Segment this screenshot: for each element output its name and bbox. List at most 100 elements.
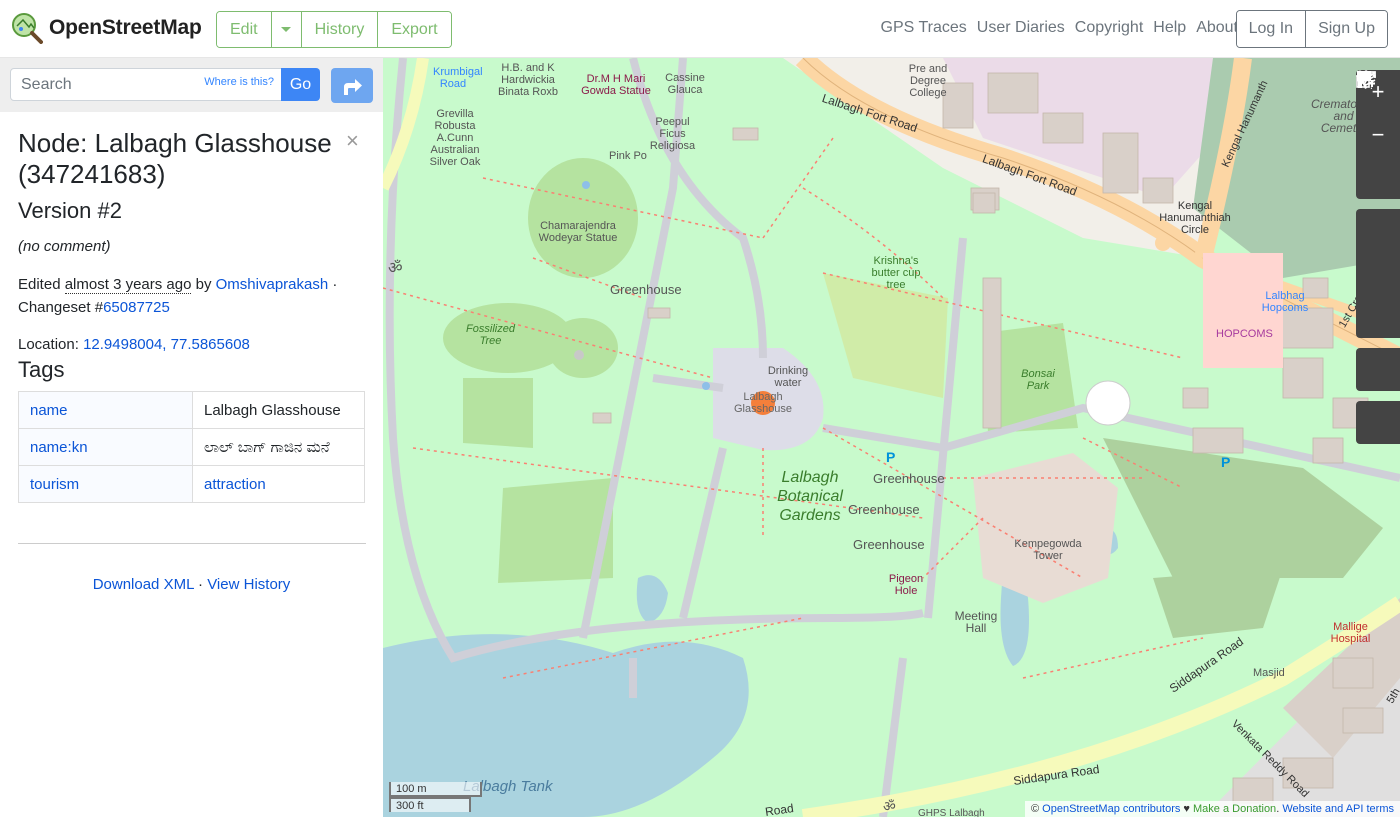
auth-buttons: Log In Sign Up bbox=[1235, 10, 1388, 48]
map-label-cassine: Cassine Glauca bbox=[665, 72, 705, 96]
map-label-botanical-gardens: Lalbagh Botanical Gardens bbox=[777, 469, 843, 524]
map-label-pigeon-hole: Pigeon Hole bbox=[888, 573, 924, 597]
view-history-link[interactable]: View History bbox=[207, 576, 290, 593]
edited-prefix: Edited bbox=[18, 276, 61, 293]
note-controls bbox=[1356, 71, 1400, 391]
version-heading: Version #2 bbox=[18, 198, 122, 223]
share-icon[interactable] bbox=[1356, 71, 1400, 338]
tag-key[interactable]: tourism bbox=[18, 465, 193, 503]
edit-button-group: Edit History Export bbox=[216, 11, 452, 48]
query-features-icon[interactable]: ? bbox=[1356, 71, 1400, 444]
donate-link[interactable]: Make a Donation bbox=[1193, 803, 1276, 815]
map-label-fossilized-tree: Fossilized Tree bbox=[466, 323, 515, 347]
scale-imperial: 300 ft bbox=[389, 797, 471, 812]
location-label: Location: bbox=[18, 336, 79, 353]
login-button[interactable]: Log In bbox=[1236, 11, 1307, 47]
header: OpenStreetMap Edit History Export GPS Tr… bbox=[0, 0, 1400, 58]
go-button[interactable]: Go bbox=[281, 68, 320, 101]
map-label-kengal-circle: Kengal Hanumanthiah Circle bbox=[1159, 200, 1231, 236]
search-box: Where is this? bbox=[10, 68, 282, 101]
map-label-greenhouse: Greenhouse bbox=[610, 282, 682, 297]
map-scale: 100 m 300 ft bbox=[389, 782, 482, 812]
map-label-masjid: Masjid bbox=[1253, 667, 1285, 679]
directions-button[interactable] bbox=[331, 68, 373, 103]
nav-gps-traces[interactable]: GPS Traces bbox=[881, 19, 967, 37]
edit-dropdown-button[interactable] bbox=[271, 12, 302, 47]
changeset-comment: (no comment) bbox=[18, 238, 111, 255]
tag-value: ಲಾಲ್ ಬಾಗ್ ಗಾಜಿನ ಮನೆ bbox=[192, 428, 365, 466]
map-label-drmh: Dr.M H Mari Gowda Statue bbox=[581, 73, 651, 97]
layers-icon[interactable] bbox=[1356, 70, 1400, 252]
chevron-down-icon bbox=[281, 27, 292, 32]
directions-icon bbox=[344, 78, 362, 95]
osm-logo-icon bbox=[12, 13, 43, 44]
table-row: tourism attraction bbox=[18, 465, 365, 503]
add-note-icon[interactable] bbox=[1356, 71, 1400, 391]
map-label-krishna-tree: Krishna's butter cup tree bbox=[871, 255, 921, 291]
zoom-out-icon[interactable]: − bbox=[1356, 113, 1400, 156]
map-label-statue: Chamarajendra Wodeyar Statue bbox=[538, 220, 618, 244]
map-label-grevilla: Grevilla Robusta A.Cunn Australian Silve… bbox=[429, 108, 481, 168]
om-symbol-icon: ॐ bbox=[883, 798, 896, 814]
nav-about[interactable]: About bbox=[1196, 19, 1238, 37]
info-icon[interactable] bbox=[1356, 70, 1400, 295]
location-link[interactable]: 12.9498004, 77.5865608 bbox=[83, 336, 250, 353]
parking-icon: P bbox=[886, 449, 896, 465]
om-symbol-icon: ॐ bbox=[388, 260, 403, 277]
map-controls: + − ? bbox=[1356, 70, 1400, 454]
map[interactable]: Greenhouse Greenhouse Greenhouse Greenho… bbox=[383, 58, 1400, 817]
tags-table: name Lalbagh Glasshouse name:kn ಲಾಲ್ ಬಾಗ… bbox=[18, 391, 365, 503]
map-label-hospital: Mallige Hospital bbox=[1330, 621, 1371, 645]
logo-text: OpenStreetMap bbox=[49, 16, 202, 39]
page-title: Node: Lalbagh Glasshouse (347241683) bbox=[18, 128, 332, 189]
map-label-hopcoms: HOPCOMS bbox=[1216, 328, 1273, 340]
edited-by: by bbox=[195, 276, 212, 293]
user-link[interactable]: Omshivaprakash bbox=[216, 276, 329, 293]
map-label-peepul: Peepul Ficus Religiosa bbox=[649, 116, 696, 152]
node-footer-links: Download XML · View History bbox=[92, 576, 291, 593]
query-controls: ? bbox=[1356, 71, 1400, 444]
heart-icon: ♥ bbox=[1183, 803, 1190, 815]
where-is-this-link[interactable]: Where is this? bbox=[204, 76, 274, 88]
parking-icon: P bbox=[1221, 454, 1231, 470]
layer-controls bbox=[1356, 70, 1400, 338]
map-label-greenhouse: Greenhouse bbox=[848, 502, 920, 517]
edit-button[interactable]: Edit bbox=[217, 12, 272, 47]
signup-button[interactable]: Sign Up bbox=[1306, 11, 1387, 47]
history-button[interactable]: History bbox=[301, 12, 379, 47]
export-button[interactable]: Export bbox=[378, 12, 451, 47]
tag-key[interactable]: name:kn bbox=[18, 428, 193, 466]
table-row: name Lalbagh Glasshouse bbox=[18, 391, 365, 429]
edited-time: almost 3 years ago bbox=[64, 276, 192, 294]
search-input[interactable] bbox=[21, 69, 201, 100]
changeset-prefix: Changeset # bbox=[18, 299, 104, 316]
osm-contributors-link[interactable]: OpenStreetMap contributors bbox=[1042, 803, 1180, 815]
sidebar: Where is this? Go × Node: Lalbagh Glassh… bbox=[0, 58, 383, 817]
road-label-road: Road bbox=[764, 801, 795, 817]
locate-icon[interactable] bbox=[1356, 71, 1400, 199]
logo[interactable]: OpenStreetMap bbox=[11, 12, 202, 44]
tag-value-cell: attraction bbox=[192, 465, 365, 503]
map-attribution: © OpenStreetMap contributors ♥ Make a Do… bbox=[1025, 801, 1400, 817]
changeset-link[interactable]: 65087725 bbox=[103, 299, 170, 316]
scale-metric: 100 m bbox=[389, 782, 482, 797]
table-row: name:kn ಲಾಲ್ ಬಾಗ್ ಗಾಜಿನ ಮನೆ bbox=[18, 428, 365, 466]
divider bbox=[18, 543, 366, 544]
map-label-college: Pre and Degree College bbox=[908, 63, 948, 99]
terms-link[interactable]: Website and API terms bbox=[1282, 803, 1394, 815]
tag-key[interactable]: name bbox=[18, 391, 193, 429]
tag-value-link[interactable]: attraction bbox=[204, 476, 266, 493]
top-nav: GPS Traces User Diaries Copyright Help A… bbox=[881, 19, 1238, 37]
edited-info: Edited almost 3 years ago by Omshivaprak… bbox=[18, 276, 338, 316]
map-label-ghps: GHPS Lalbagh bbox=[918, 808, 985, 817]
download-xml-link[interactable]: Download XML bbox=[93, 576, 194, 593]
location-info: Location: 12.9498004, 77.5865608 bbox=[18, 336, 366, 353]
map-label-pinkpo: Pink Po bbox=[609, 150, 647, 162]
nav-user-diaries[interactable]: User Diaries bbox=[977, 19, 1065, 37]
map-tiles bbox=[383, 58, 1400, 817]
nav-help[interactable]: Help bbox=[1153, 19, 1186, 37]
map-label-bonsai-park: Bonsai Park bbox=[1021, 368, 1055, 392]
nav-copyright[interactable]: Copyright bbox=[1075, 19, 1143, 37]
map-label-krumbigal: Krumbigal Road bbox=[433, 66, 483, 90]
map-label-glasshouse: Lalbagh Glasshouse bbox=[733, 391, 793, 415]
